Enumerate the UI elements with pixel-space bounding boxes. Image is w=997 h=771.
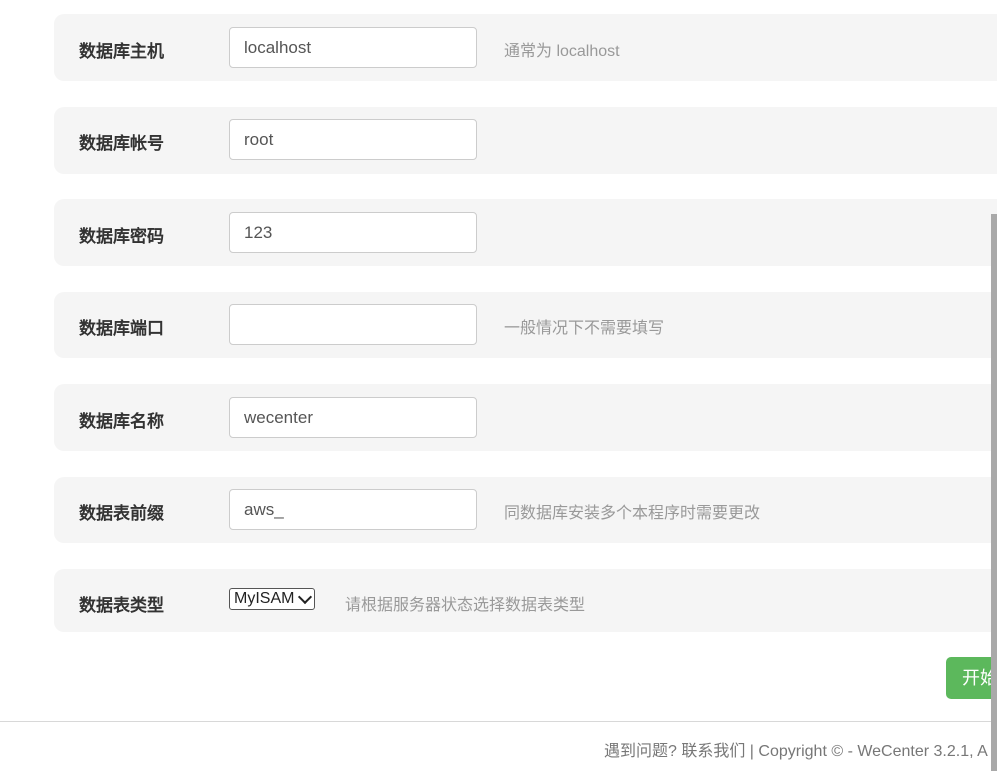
db-prefix-input[interactable] [229,489,477,530]
footer-divider [0,721,997,722]
db-engine-selected-value: MyISAM [234,590,295,607]
start-install-button[interactable]: 开始 [946,657,997,699]
row-db-user: 数据库帐号 [54,107,997,174]
db-user-label: 数据库帐号 [79,134,164,153]
db-engine-label: 数据表类型 [79,596,164,615]
row-db-engine: 数据表类型 MyISAM 请根据服务器状态选择数据表类型 [54,569,997,632]
db-name-input[interactable] [229,397,477,438]
db-pass-input[interactable] [229,212,477,253]
db-host-hint: 通常为 localhost [504,43,620,60]
row-db-prefix: 数据表前缀 同数据库安装多个本程序时需要更改 [54,477,997,543]
row-db-name: 数据库名称 [54,384,997,451]
db-prefix-label: 数据表前缀 [79,504,164,523]
install-page: 数据库主机 通常为 localhost 数据库帐号 数据库密码 数据库端口 一般… [0,0,997,771]
row-db-pass: 数据库密码 [54,199,997,266]
db-port-hint: 一般情况下不需要填写 [504,320,665,337]
db-port-input[interactable] [229,304,477,345]
scrollbar-thumb[interactable] [991,214,997,771]
db-user-input[interactable] [229,119,477,160]
row-db-host: 数据库主机 通常为 localhost [54,14,997,81]
db-pass-label: 数据库密码 [79,227,164,246]
db-host-input[interactable] [229,27,477,68]
db-prefix-hint: 同数据库安装多个本程序时需要更改 [504,505,761,522]
footer: 遇到问题? 联系我们 | Copyright © - WeCenter 3.2.… [604,737,988,761]
chevron-down-icon [298,589,313,605]
db-host-label: 数据库主机 [79,42,164,61]
db-engine-hint: 请根据服务器状态选择数据表类型 [345,597,586,614]
db-engine-select[interactable]: MyISAM [229,588,316,610]
db-name-label: 数据库名称 [79,412,164,431]
contact-us-link[interactable]: 遇到问题? 联系我们 [604,743,745,760]
copyright-text: | Copyright © - WeCenter 3.2.1, A [745,743,988,760]
db-port-label: 数据库端口 [79,319,164,338]
row-db-port: 数据库端口 一般情况下不需要填写 [54,292,997,358]
